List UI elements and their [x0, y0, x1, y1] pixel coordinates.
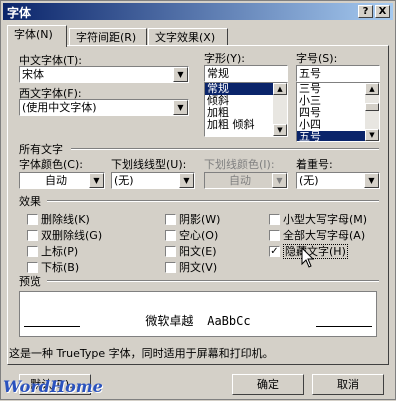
- tab-character-spacing[interactable]: 字符间距(R): [69, 28, 147, 46]
- checkbox-box[interactable]: [269, 213, 280, 225]
- checkbox-superscript[interactable]: 上标(P): [27, 243, 79, 258]
- western-font-select[interactable]: (使用中文字体) ▼: [19, 99, 189, 116]
- all-text-heading: 所有文字: [19, 143, 63, 156]
- close-button[interactable]: X: [375, 5, 390, 18]
- chevron-down-icon[interactable]: ▼: [173, 67, 188, 82]
- effects-heading: 效果: [19, 195, 41, 208]
- chevron-down-icon[interactable]: ▼: [179, 173, 194, 188]
- font-color-select[interactable]: 自动 ▼: [19, 172, 105, 189]
- checkbox-box[interactable]: [165, 245, 176, 257]
- chevron-down-icon: ▼: [272, 173, 287, 188]
- checkbox-label: 下标(B): [41, 261, 80, 274]
- title-bar: 字体 ? X: [3, 3, 393, 20]
- checkbox-shadow[interactable]: 阴影(W): [165, 211, 221, 226]
- underline-style-select[interactable]: (无) ▼: [111, 172, 195, 189]
- font-size-label: 字号(S):: [296, 52, 338, 65]
- checkmark-icon[interactable]: ✓: [269, 245, 280, 257]
- checkbox-label: 小型大写字母(M): [283, 213, 368, 226]
- checkbox-label: 隐藏文字(H): [283, 244, 348, 259]
- checkbox-strikethrough[interactable]: 删除线(K): [27, 211, 90, 226]
- checkbox-box[interactable]: [165, 261, 176, 273]
- scroll-down-icon[interactable]: ▼: [365, 129, 379, 141]
- watermark-text: WordHome: [3, 377, 103, 396]
- scroll-thumb[interactable]: [365, 103, 379, 111]
- checkbox-box[interactable]: [27, 229, 38, 241]
- cancel-button[interactable]: 取消: [312, 374, 384, 395]
- checkbox-subscript[interactable]: 下标(B): [27, 259, 80, 274]
- font-size-value: 五号: [299, 67, 321, 80]
- checkbox-box[interactable]: [165, 213, 176, 225]
- scroll-down-icon[interactable]: ▼: [273, 124, 287, 136]
- preview-box: 微软卓越 AaBbCc: [19, 291, 377, 337]
- mouse-pointer-icon: [301, 247, 315, 268]
- checkbox-emboss[interactable]: 阳文(E): [165, 243, 217, 258]
- font-size-list[interactable]: 三号 小三 四号 小四 五号 ▲ ▼: [296, 82, 380, 142]
- scroll-up-icon[interactable]: ▲: [273, 83, 287, 95]
- divider: [47, 280, 379, 282]
- watermark-logo: WordHome: [1, 375, 131, 401]
- font-style-value: 常规: [207, 67, 229, 80]
- checkbox-all-caps[interactable]: 全部大写字母(A): [269, 227, 366, 242]
- tab-text-effects[interactable]: 文字效果(X): [148, 28, 228, 46]
- preview-sample: 微软卓越 AaBbCc: [20, 312, 376, 329]
- scrollbar[interactable]: ▲ ▼: [273, 83, 287, 136]
- checkbox-box[interactable]: [269, 229, 280, 241]
- divider: [47, 200, 379, 202]
- window-title: 字体: [7, 6, 32, 20]
- emphasis-mark-value: (无): [299, 174, 319, 187]
- font-style-input[interactable]: 常规: [204, 65, 288, 82]
- checkbox-label: 删除线(K): [41, 213, 90, 226]
- checkbox-box[interactable]: [27, 261, 38, 273]
- checkbox-label: 阴文(V): [179, 261, 218, 274]
- font-size-input[interactable]: 五号: [296, 65, 380, 82]
- font-dialog: 字体 ? X 字体(N) 字符间距(R) 文字效果(X) 中文字体(T): 宋体…: [0, 0, 396, 400]
- font-style-list[interactable]: 常规 倾斜 加粗 加粗 倾斜 ▲ ▼: [204, 82, 288, 137]
- underline-style-label: 下划线线型(U):: [111, 158, 187, 171]
- checkbox-box[interactable]: [27, 213, 38, 225]
- checkbox-box[interactable]: [27, 245, 38, 257]
- checkbox-label: 全部大写字母(A): [283, 229, 366, 242]
- underline-style-value: (无): [114, 174, 134, 187]
- font-type-note: 这是一种 TrueType 字体，同时适用于屏幕和打印机。: [9, 347, 274, 360]
- preview-sample-latin: AaBbCc: [207, 314, 251, 328]
- emphasis-mark-label: 着重号:: [296, 158, 333, 171]
- emphasis-mark-select[interactable]: (无) ▼: [296, 172, 380, 189]
- checkbox-engrave[interactable]: 阴文(V): [165, 259, 218, 274]
- ok-button[interactable]: 确定: [232, 374, 304, 395]
- help-button[interactable]: ?: [358, 5, 373, 18]
- underline-color-select: 自动 ▼: [204, 172, 288, 189]
- checkbox-label: 空心(O): [179, 229, 219, 242]
- scroll-up-icon[interactable]: ▲: [365, 83, 379, 95]
- chinese-font-value: 宋体: [22, 68, 44, 81]
- font-color-label: 字体颜色(C):: [19, 158, 83, 171]
- checkbox-small-caps[interactable]: 小型大写字母(M): [269, 211, 368, 226]
- underline-color-label: 下划线颜色(I):: [204, 158, 275, 171]
- checkbox-label: 阴影(W): [179, 213, 221, 226]
- chevron-down-icon[interactable]: ▼: [364, 173, 379, 188]
- chevron-down-icon[interactable]: ▼: [173, 100, 188, 115]
- preview-heading: 预览: [19, 275, 41, 288]
- preview-sample-chinese: 微软卓越: [145, 314, 194, 328]
- checkbox-label: 阳文(E): [179, 245, 217, 258]
- chinese-font-select[interactable]: 宋体 ▼: [19, 66, 189, 83]
- font-style-label: 字形(Y):: [204, 52, 246, 65]
- divider: [71, 148, 379, 150]
- chevron-down-icon[interactable]: ▼: [89, 173, 104, 188]
- checkbox-outline[interactable]: 空心(O): [165, 227, 219, 242]
- checkbox-label: 上标(P): [41, 245, 79, 258]
- checkbox-label: 双删除线(G): [41, 229, 103, 242]
- checkbox-double-strikethrough[interactable]: 双删除线(G): [27, 227, 103, 242]
- scrollbar[interactable]: ▲ ▼: [365, 83, 379, 141]
- checkbox-box[interactable]: [165, 229, 176, 241]
- tab-font[interactable]: 字体(N): [7, 25, 67, 47]
- western-font-value: (使用中文字体): [22, 101, 97, 114]
